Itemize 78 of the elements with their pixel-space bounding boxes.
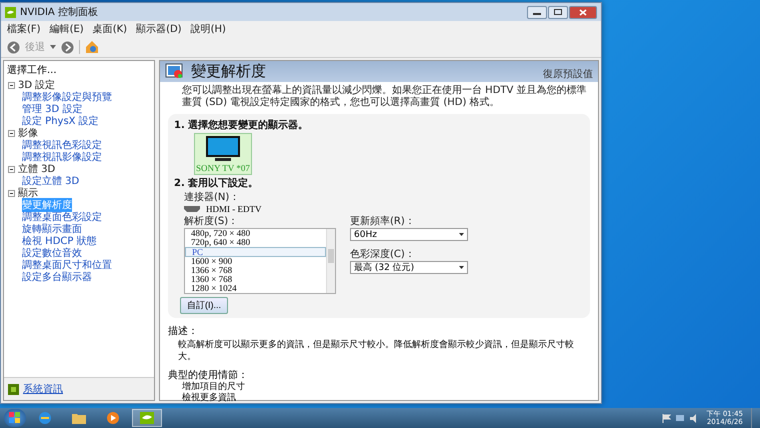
menu-item[interactable]: 說明(H) [190,22,226,36]
menu-item[interactable]: 顯示器(D) [136,22,182,36]
tree-category[interactable]: 顯示 [18,186,38,200]
tree-item[interactable]: 調整視訊色彩設定 [22,138,102,152]
field-label: 解析度(S)： [184,214,240,228]
tv-icon [204,135,241,163]
tree-item[interactable]: 調整視訊影像設定 [22,150,102,164]
tree-toggle-icon[interactable] [8,190,15,196]
tree-toggle-icon[interactable] [8,166,15,172]
maximize-button[interactable] [548,6,568,18]
windows-logo-icon [9,412,21,424]
page-title: 變更解析度 [191,62,266,81]
browser-icon [38,411,52,425]
caret-icon [459,266,464,269]
refresh-rate-dropdown[interactable]: 60Hz [350,228,468,241]
tree-item[interactable]: 設定立體 3D [22,174,80,188]
list-item[interactable]: 1360 × 768 [185,275,326,284]
menu-item[interactable]: 編輯(E) [50,22,84,36]
color-depth-dropdown[interactable]: 最高 (32 位元) [350,261,468,274]
minimize-button[interactable] [527,6,547,18]
tree-item[interactable]: 調整桌面色彩設定 [22,210,102,224]
resolution-list[interactable]: 480p, 720 × 480 720p, 640 × 480 PC 1600 × 900 1366 × 768 1360 × 768 1280 × 1024 [184,228,336,294]
app-logo-icon [140,412,154,424]
field-label: 連接器(N)： [184,190,240,204]
tree-item[interactable]: 檢視 HDCP 狀態 [22,234,97,248]
tree-item[interactable]: 旋轉顯示畫面 [22,222,82,236]
field-label: 色彩深度(C)： [350,248,416,261]
window-title: NVIDIA 控制面板 [20,6,98,19]
list-item[interactable]: 1280 × 1024 [185,284,326,293]
menu-item[interactable]: 桌面(K) [92,22,128,36]
list-item[interactable]: 1600 × 900 [185,257,326,266]
list-group-header: PC [185,247,326,257]
caret-icon[interactable] [50,45,56,49]
list-item[interactable]: 1366 × 768 [185,266,326,275]
restore-defaults-link[interactable]: 復原預設值 [543,67,593,81]
info-icon [8,384,19,394]
tree-category[interactable]: 影像 [18,126,38,140]
play-icon [106,411,120,425]
close-icon [579,8,587,16]
caret-icon [459,233,464,236]
display-settings-icon [165,62,185,80]
tree-category[interactable]: 3D 設定 [18,78,56,92]
list-item[interactable]: 720p, 640 × 480 [185,238,326,247]
customize-button[interactable]: 自訂(I)... [180,297,228,314]
panel-header: 選擇工作... [6,64,58,78]
tree-item[interactable]: 設定數位音效 [22,246,82,260]
scenario-item: 檢視更多資訊 [182,393,237,404]
start-button[interactable] [4,409,26,427]
tree-item[interactable]: 調整影像設定與預覽 [22,90,112,104]
tree-item[interactable]: 調整桌面尺寸和位置 [22,258,112,272]
list-item[interactable]: 480p, 720 × 480 [185,229,326,238]
hdmi-connector-icon [184,206,200,212]
tree-item[interactable]: 管理 3D 設定 [22,102,82,116]
section-heading: 1. 選擇您想要變更的顯示器。 [174,118,308,132]
close-button[interactable] [569,6,597,18]
scenario-item: 增加項目的尺寸 [182,382,246,392]
tree-toggle-icon[interactable] [8,130,15,136]
home-icon[interactable] [85,40,99,54]
section-heading: 2. 套用以下設定。 [174,176,258,190]
description-text: 較高解析度可以顯示更多的資訊，但是顯示尺寸較小。降低解析度會顯示較少資訊，但是顯示尺寸較大。 [178,339,575,363]
menu-item[interactable]: 檔案(F) [7,22,41,36]
intro-text: 您可以調整出現在螢幕上的資訊量以減少閃爍。如果您正在使用一台 HDTV 並且為您的標準畫質 (SD) 電視設定特定國家的格式，您也可以選擇高畫質 (HD) 格式。 [182,85,588,109]
connector-value: HDMI - EDTV [206,204,262,214]
scenarios-heading: 典型的使用情節： [168,368,249,382]
app-logo-icon [5,6,16,18]
speaker-icon[interactable] [688,414,699,422]
system-info-link[interactable]: 系統資訊 [23,382,63,396]
tree-toggle-icon[interactable] [8,82,15,88]
tree-item[interactable]: 設定多台顯示器 [22,270,92,284]
flag-icon[interactable] [662,414,671,422]
folder-icon [72,412,86,424]
tree-category[interactable]: 立體 3D [18,162,56,176]
maximize-icon [554,9,562,15]
tree-item[interactable]: 設定 PhysX 設定 [22,114,99,128]
description-heading: 描述： [168,324,199,338]
taskbar-app[interactable] [132,409,162,427]
field-label: 更新頻率(R)： [350,214,416,228]
scrollbar[interactable] [326,229,335,293]
